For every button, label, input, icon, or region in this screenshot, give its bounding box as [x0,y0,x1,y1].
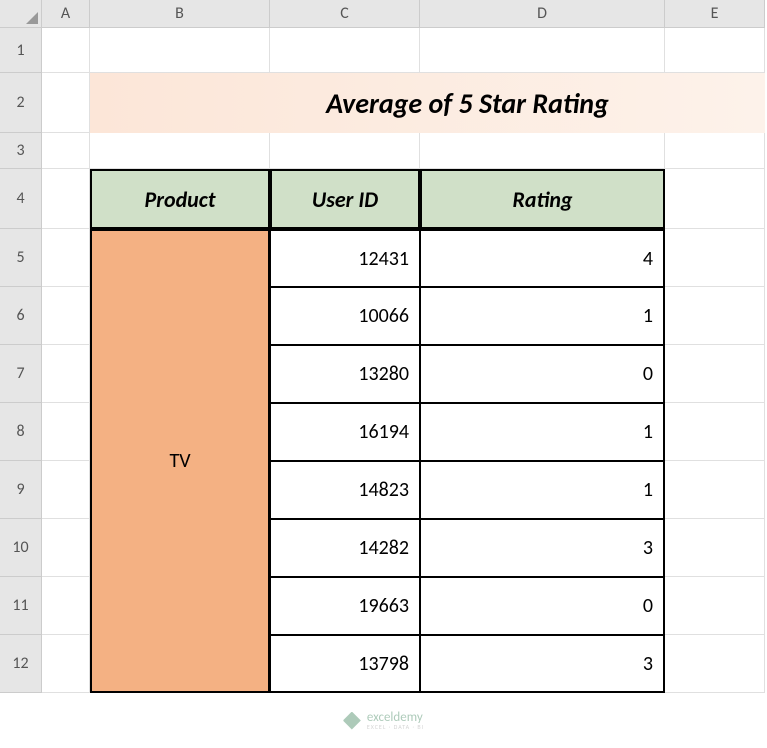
userid-12[interactable]: 13798 [270,635,420,693]
userid-9[interactable]: 14823 [270,461,420,519]
cell-b1[interactable] [90,28,270,73]
rating-8[interactable]: 1 [420,403,665,461]
col-header-a[interactable]: A [42,0,90,28]
rating-6[interactable]: 1 [420,287,665,345]
row-header-12[interactable]: 12 [0,635,42,693]
col-header-b[interactable]: B [90,0,270,28]
cell-e7[interactable] [665,345,765,403]
header-product[interactable]: Product [90,169,270,229]
cell-d3[interactable] [420,133,665,169]
cell-a4[interactable] [42,169,90,229]
row-header-1[interactable]: 1 [0,28,42,73]
col-header-c[interactable]: C [270,0,420,28]
title-cell[interactable]: Average of 5 Star Rating [90,73,765,133]
cell-e12[interactable] [665,635,765,693]
userid-5[interactable]: 12431 [270,229,420,287]
cell-e10[interactable] [665,519,765,577]
cell-d1[interactable] [420,28,665,73]
row-header-6[interactable]: 6 [0,287,42,345]
cell-a9[interactable] [42,461,90,519]
cell-c3[interactable] [270,133,420,169]
cell-a12[interactable] [42,635,90,693]
userid-7[interactable]: 13280 [270,345,420,403]
cell-a11[interactable] [42,577,90,635]
cell-a8[interactable] [42,403,90,461]
spreadsheet-grid: A B C D E 1 2 Average of 5 Star Rating 3… [0,0,767,693]
cell-a3[interactable] [42,133,90,169]
userid-6[interactable]: 10066 [270,287,420,345]
cell-e9[interactable] [665,461,765,519]
product-cell[interactable]: TV [90,229,270,693]
cell-b3[interactable] [90,133,270,169]
row-header-3[interactable]: 3 [0,133,42,169]
row-header-4[interactable]: 4 [0,169,42,229]
cell-e8[interactable] [665,403,765,461]
row-header-5[interactable]: 5 [0,229,42,287]
cell-e11[interactable] [665,577,765,635]
cell-c1[interactable] [270,28,420,73]
cell-a10[interactable] [42,519,90,577]
watermark-icon [343,712,361,730]
header-userid[interactable]: User ID [270,169,420,229]
row-header-9[interactable]: 9 [0,461,42,519]
row-header-2[interactable]: 2 [0,73,42,133]
cell-a2[interactable] [42,73,90,133]
rating-12[interactable]: 3 [420,635,665,693]
col-header-d[interactable]: D [420,0,665,28]
cell-a1[interactable] [42,28,90,73]
row-header-8[interactable]: 8 [0,403,42,461]
rating-7[interactable]: 0 [420,345,665,403]
cell-a5[interactable] [42,229,90,287]
watermark-tagline: EXCEL · DATA · BI [367,724,424,730]
userid-11[interactable]: 19663 [270,577,420,635]
rating-11[interactable]: 0 [420,577,665,635]
select-all-corner[interactable] [0,0,42,28]
header-rating[interactable]: Rating [420,169,665,229]
cell-e6[interactable] [665,287,765,345]
col-header-e[interactable]: E [665,0,765,28]
cell-a7[interactable] [42,345,90,403]
rating-10[interactable]: 3 [420,519,665,577]
cell-a6[interactable] [42,287,90,345]
row-header-10[interactable]: 10 [0,519,42,577]
cell-e5[interactable] [665,229,765,287]
cell-e4[interactable] [665,169,765,229]
cell-e1[interactable] [665,28,765,73]
watermark: exceldemy EXCEL · DATA · BI [343,711,424,730]
row-header-7[interactable]: 7 [0,345,42,403]
rating-9[interactable]: 1 [420,461,665,519]
cell-e3[interactable] [665,133,765,169]
row-header-11[interactable]: 11 [0,577,42,635]
userid-8[interactable]: 16194 [270,403,420,461]
watermark-text: exceldemy EXCEL · DATA · BI [367,711,424,730]
rating-5[interactable]: 4 [420,229,665,287]
userid-10[interactable]: 14282 [270,519,420,577]
